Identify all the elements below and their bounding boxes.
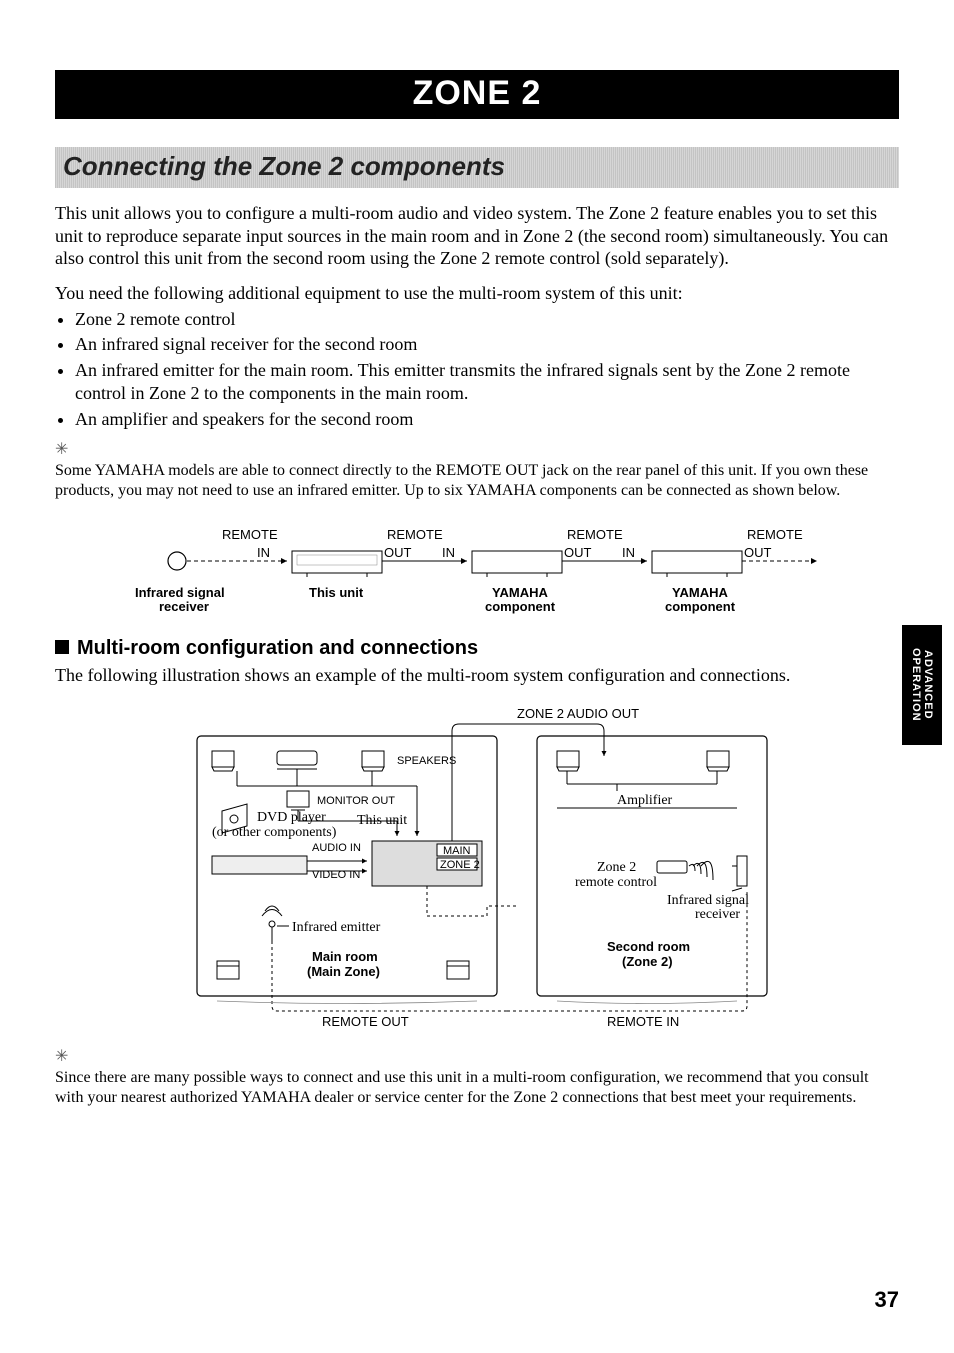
remote-label-2: REMOTE xyxy=(387,527,443,542)
in-label-2: IN xyxy=(442,545,455,560)
list-item: Zone 2 remote control xyxy=(75,308,899,331)
monitor-out-label: MONITOR OUT xyxy=(317,795,395,807)
in-label: IN xyxy=(257,545,270,560)
speakers-label: SPEAKERS xyxy=(397,755,456,767)
yamaha-label-2a: YAMAHA xyxy=(672,585,728,600)
zone2-btn-label: ZONE 2 xyxy=(440,859,480,871)
main-btn-label: MAIN xyxy=(443,845,471,857)
or-other-label: (or other components) xyxy=(212,825,337,840)
out-label: OUT xyxy=(384,545,412,560)
section-heading: Connecting the Zone 2 components xyxy=(63,151,505,181)
intro-paragraph-1: This unit allows you to configure a mult… xyxy=(55,202,899,270)
remote-chain-diagram: Infrared signal receiver REMOTE IN This … xyxy=(87,519,867,619)
list-item: An infrared emitter for the main room. T… xyxy=(75,359,899,406)
audio-in-label: AUDIO IN xyxy=(312,842,361,854)
equipment-list: Zone 2 remote control An infrared signal… xyxy=(55,308,899,431)
ir-receiver-label-2b: receiver xyxy=(695,907,740,922)
tip-icon-2: ✳︎ xyxy=(55,1046,899,1066)
out-label-3: OUT xyxy=(744,545,772,560)
ir-emitter-label: Infrared emitter xyxy=(292,920,381,935)
yamaha-label-1a: YAMAHA xyxy=(492,585,548,600)
second-room-label-2: (Zone 2) xyxy=(622,954,673,969)
zone2-rc-label-1: Zone 2 xyxy=(597,860,636,875)
tip-paragraph-2: Since there are many possible ways to co… xyxy=(55,1068,899,1108)
square-bullet-icon xyxy=(55,640,69,654)
ir-receiver-label-2a: Infrared signal xyxy=(667,893,749,908)
subheading-text: Multi-room configuration and connections xyxy=(77,637,478,659)
remote-label-3: REMOTE xyxy=(567,527,623,542)
ir-receiver-label-1: Infrared signal xyxy=(135,585,225,600)
tip-icon: ✳︎ xyxy=(55,439,899,459)
page-number: 37 xyxy=(875,1287,899,1313)
amplifier-label: Amplifier xyxy=(617,793,673,808)
this-unit-label-2: This unit xyxy=(357,813,407,828)
this-unit-label: This unit xyxy=(309,585,364,600)
remote-label-4: REMOTE xyxy=(747,527,803,542)
remote-out-label: REMOTE OUT xyxy=(322,1014,409,1029)
chapter-title: ZONE 2 xyxy=(55,70,899,119)
intro-paragraph-2: You need the following additional equipm… xyxy=(55,282,899,305)
main-room-label-1: Main room xyxy=(312,949,378,964)
side-tab-advanced-operation: ADVANCEDOPERATION xyxy=(902,625,942,745)
remote-label: REMOTE xyxy=(222,527,278,542)
section-heading-bar: Connecting the Zone 2 components xyxy=(55,147,899,188)
yamaha-label-1b: component xyxy=(485,599,556,614)
tip-paragraph-1: Some YAMAHA models are able to connect d… xyxy=(55,461,899,501)
multi-room-diagram: ZONE 2 AUDIO OUT SPEAKERS MONITOR OUT DV… xyxy=(177,706,777,1036)
zone2-rc-label-2: remote control xyxy=(575,875,657,890)
dvd-player-label: DVD player xyxy=(257,810,326,825)
out-label-2: OUT xyxy=(564,545,592,560)
yamaha-label-2b: component xyxy=(665,599,736,614)
sub-paragraph-1: The following illustration shows an exam… xyxy=(55,664,899,687)
list-item: An amplifier and speakers for the second… xyxy=(75,408,899,431)
subheading: Multi-room configuration and connections xyxy=(55,637,899,660)
remote-in-label: REMOTE IN xyxy=(607,1014,679,1029)
zone2-audio-out-label: ZONE 2 AUDIO OUT xyxy=(517,706,639,721)
list-item: An infrared signal receiver for the seco… xyxy=(75,333,899,356)
in-label-3: IN xyxy=(622,545,635,560)
side-tab-line-1: ADVANCED xyxy=(922,650,934,720)
second-room-label-1: Second room xyxy=(607,939,690,954)
main-room-label-2: (Main Zone) xyxy=(307,964,380,979)
ir-receiver-label-2: receiver xyxy=(159,599,209,614)
side-tab-line-2: OPERATION xyxy=(910,648,922,722)
